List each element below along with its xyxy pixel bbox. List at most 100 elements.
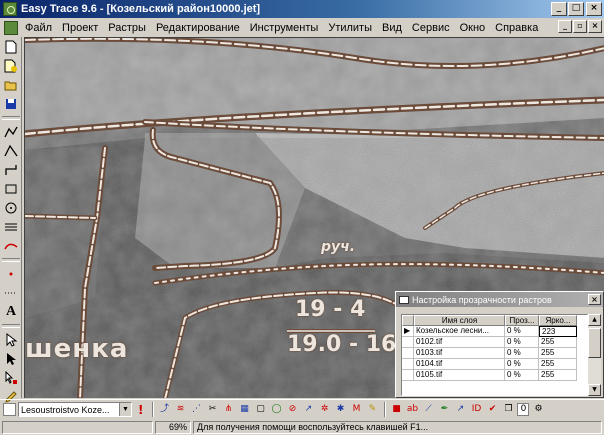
menu-help[interactable]: Справка [490,22,543,34]
document-controls: _ ▫ × [557,20,602,33]
close-button[interactable]: × [586,2,602,16]
transparency-cell[interactable]: 0 % [505,337,539,348]
warning-icon[interactable]: ! [138,403,143,417]
orthogonal-line-icon[interactable] [2,161,20,179]
transparency-cell[interactable]: 0 % [505,370,539,381]
scroll-down-icon[interactable]: ▼ [588,384,601,396]
join-lines-icon[interactable]: ≋ [173,402,187,417]
menu-service[interactable]: Сервис [407,22,455,34]
check-icon[interactable]: ✔ [485,402,499,417]
menu-view[interactable]: Вид [377,22,407,34]
brightness-cell[interactable]: 255 [539,359,577,370]
cut-icon[interactable]: ✂ [205,402,219,417]
split-icon[interactable]: ⋰ [189,402,203,417]
mark-icon[interactable]: M [349,402,363,417]
table-row[interactable]: 0102.tif 0 % 255 [402,337,587,348]
table-row[interactable]: ▶ Козельское лесни... 0 % 223 [402,326,587,337]
minimize-button[interactable]: _ [551,2,567,16]
menu-window[interactable]: Окно [455,22,491,34]
menu-tools[interactable]: Инструменты [245,22,324,34]
layer-name-cell[interactable]: 0103.tif [414,348,505,359]
layer-name-cell[interactable]: 0104.tif [414,359,505,370]
new-file-icon[interactable] [2,38,20,56]
maximize-button[interactable]: □ [568,2,584,16]
value-field[interactable]: 0 [517,403,530,416]
settings-icon[interactable]: ⚙ [531,402,545,417]
grid-scrollbar[interactable]: ▲ ▼ [588,314,601,396]
new-layer-icon[interactable] [2,57,20,75]
snap-to-line-icon[interactable]: ⤴ [157,402,171,417]
dialog-title-bar[interactable]: Настройка прозрачности растров [396,292,603,307]
circle-tool-icon[interactable] [2,199,20,217]
menu-file[interactable]: Файл [20,22,57,34]
menu-utilities[interactable]: Утилиты [323,22,377,34]
column-header-brightness[interactable]: Ярко... [539,315,577,326]
brightness-cell[interactable]: 223 [539,326,577,337]
direction-icon[interactable]: ↗ [301,402,315,417]
select-object-icon[interactable] [2,369,20,387]
doc-minimize-button[interactable]: _ [558,20,572,33]
curve-tool-icon[interactable] [2,142,20,160]
brightness-cell[interactable]: 255 [539,337,577,348]
raster-layers-grid: Имя слоя Проз... Ярко... ▶ Козельское ле… [401,314,588,396]
grid-header-row: Имя слоя Проз... Ярко... [402,315,587,326]
layer-name-cell[interactable]: 0105.tif [414,370,505,381]
transparency-cell[interactable]: 0 % [505,348,539,359]
polyline-tool-icon[interactable] [2,123,20,141]
transparency-cell[interactable]: 0 % [505,359,539,370]
select-arrow-icon[interactable] [2,331,20,349]
color-fill-icon[interactable]: ■ [389,402,403,417]
map-quarter-area: 19.0 - 16 [287,332,397,357]
layer-name-cell[interactable]: Козельское лесни... [414,326,505,337]
circle-object-icon[interactable]: ◯ [269,402,283,417]
table-row[interactable]: 0104.tif 0 % 255 [402,359,587,370]
fix-icon[interactable]: ✲ [317,402,331,417]
document-icon[interactable] [4,20,18,35]
raster-transparency-dialog: Настройка прозрачности растров × Имя сло… [395,291,604,398]
column-header-transparency[interactable]: Проз... [505,315,539,326]
arrow-pen-icon[interactable]: ↗ [453,402,467,417]
menu-edit[interactable]: Редактирование [151,22,245,34]
frame-icon[interactable]: ▢ [253,402,267,417]
layer-name-cell[interactable]: 0102.tif [414,337,505,348]
brightness-cell[interactable]: 255 [539,370,577,381]
dotted-line-icon[interactable] [2,284,20,302]
hatch-tool-icon[interactable] [2,218,20,236]
menu-project[interactable]: Проект [57,22,103,34]
table-row[interactable]: 0105.tif 0 % 255 [402,370,587,381]
node-icon[interactable]: ⊘ [285,402,299,417]
pen-icon[interactable]: ✒ [437,402,451,417]
point-tool-icon[interactable] [2,265,20,283]
layers-icon[interactable]: ❐ [501,402,515,417]
id-icon[interactable]: ID [469,402,483,417]
title-bar: Easy Trace 9.6 - [Козельский район10000.… [0,0,604,18]
brush-icon[interactable]: ✎ [365,402,379,417]
rectangle-tool-icon[interactable] [2,180,20,198]
scroll-thumb[interactable] [588,328,601,358]
transparency-cell[interactable]: 0 % [505,326,539,337]
layer-select[interactable]: Lesoustroistvo Koze... ▼ [18,402,132,417]
sparkle-icon[interactable]: ✱ [333,402,347,417]
merge-icon[interactable]: ⋔ [221,402,235,417]
node-edit-icon[interactable] [2,350,20,368]
map-quarter-number: 19 - 4 [295,297,366,322]
grid-icon[interactable]: ▦ [237,402,251,417]
menu-rasters[interactable]: Растры [103,22,151,34]
measure-icon[interactable]: ⟋ [421,402,435,417]
trace-tool-icon[interactable] [2,237,20,255]
label-text-icon[interactable]: ab [405,402,419,417]
text-tool-icon[interactable]: A [2,303,20,321]
app-icon[interactable] [3,2,17,16]
doc-restore-button[interactable]: ▫ [573,20,587,33]
column-header-layer-name[interactable]: Имя слоя [414,315,505,326]
scroll-up-icon[interactable]: ▲ [588,314,601,326]
grid-corner [402,315,414,326]
dialog-close-button[interactable]: × [588,294,601,305]
open-folder-icon[interactable] [2,76,20,94]
table-row[interactable]: 0103.tif 0 % 255 [402,348,587,359]
save-icon[interactable] [2,95,20,113]
doc-close-button[interactable]: × [588,20,602,33]
layer-visibility-checkbox[interactable] [3,403,16,416]
chevron-down-icon[interactable]: ▼ [119,403,131,416]
brightness-cell[interactable]: 255 [539,348,577,359]
